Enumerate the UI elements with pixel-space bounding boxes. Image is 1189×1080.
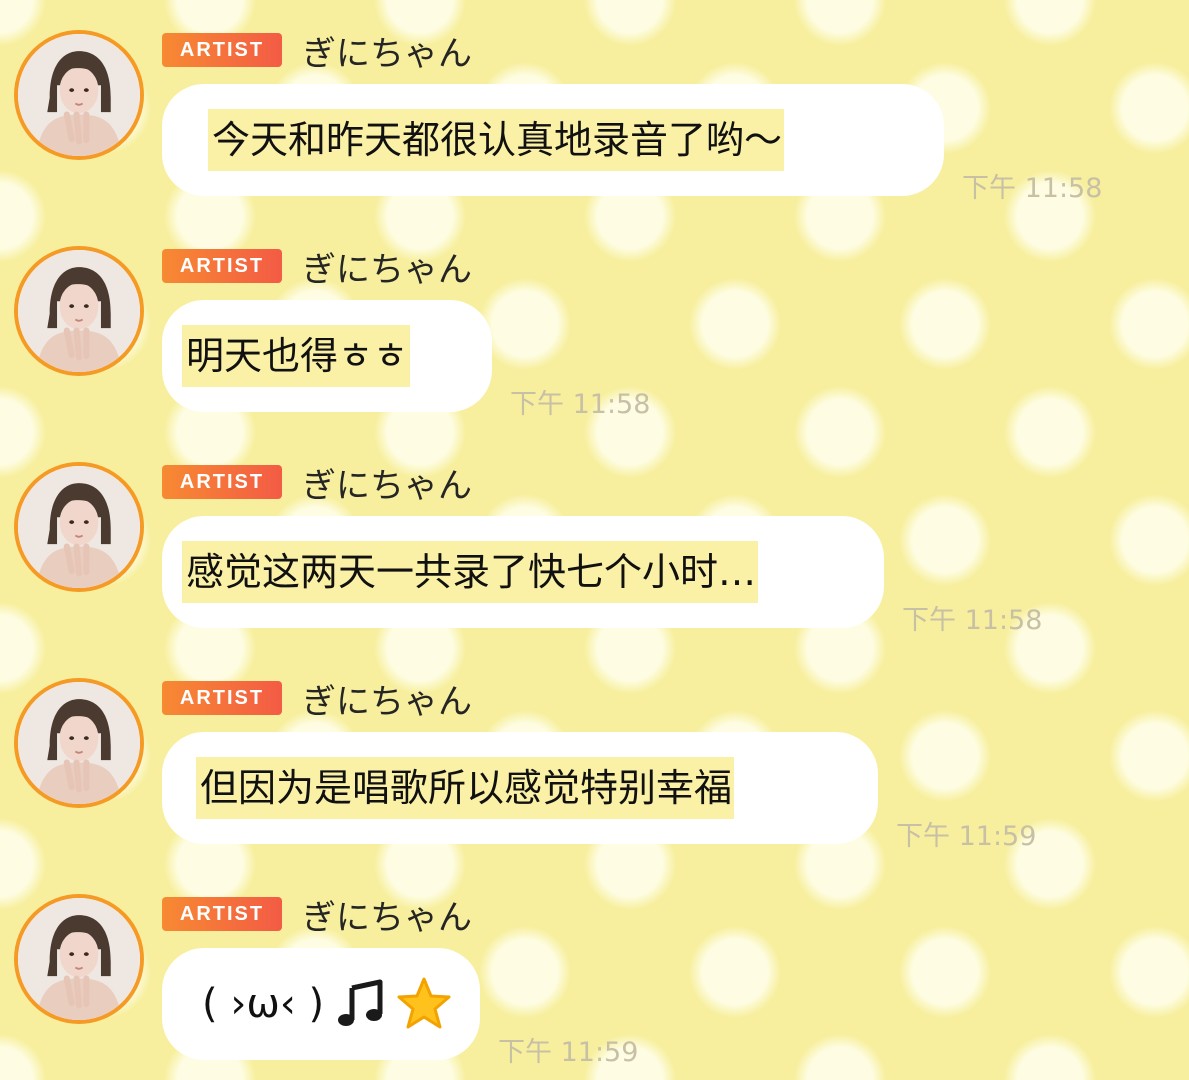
message-timestamp: 下午 11:59	[498, 1037, 639, 1068]
message-row: ARTIST ぎにちゃん 今天和昨天都很认真地录音了哟～ 下午 11:58	[0, 0, 1189, 216]
message-text: 今天和昨天都很认真地录音了哟～	[208, 109, 785, 171]
message-bubble[interactable]: 但因为是唱歌所以感觉特别幸福	[162, 732, 878, 844]
message-header: ARTIST ぎにちゃん	[162, 896, 472, 938]
chat-timeline: ARTIST ぎにちゃん 今天和昨天都很认真地录音了哟～ 下午 11:58 AR…	[0, 0, 1189, 1072]
avatar-portrait-icon	[18, 34, 140, 156]
music-note-icon	[334, 978, 386, 1030]
sender-name[interactable]: ぎにちゃん	[302, 242, 472, 291]
star-icon	[396, 976, 452, 1032]
message-text: 但因为是唱歌所以感觉特别幸福	[196, 757, 735, 819]
message-bubble[interactable]: 明天也得ㅎㅎ	[162, 300, 492, 412]
avatar[interactable]	[14, 462, 144, 592]
sender-name[interactable]: ぎにちゃん	[302, 26, 472, 75]
sender-name[interactable]: ぎにちゃん	[302, 890, 472, 939]
message-header: ARTIST ぎにちゃん	[162, 680, 472, 722]
sender-name[interactable]: ぎにちゃん	[302, 458, 472, 507]
artist-badge: ARTIST	[162, 465, 282, 499]
artist-badge: ARTIST	[162, 33, 282, 67]
message-bubble[interactable]: ( ›ω‹ )	[162, 948, 480, 1060]
avatar-portrait-icon	[18, 682, 140, 804]
avatar[interactable]	[14, 894, 144, 1024]
avatar-portrait-icon	[18, 250, 140, 372]
message-timestamp: 下午 11:58	[510, 389, 651, 420]
message-timestamp: 下午 11:58	[902, 605, 1043, 636]
sender-name[interactable]: ぎにちゃん	[302, 674, 472, 723]
avatar-portrait-icon	[18, 466, 140, 588]
message-text: ( ›ω‹ )	[198, 973, 454, 1035]
message-row: ARTIST ぎにちゃん ( ›ω‹ ) 下午 11:59	[0, 864, 1189, 1080]
avatar[interactable]	[14, 246, 144, 376]
avatar-portrait-icon	[18, 898, 140, 1020]
artist-badge: ARTIST	[162, 681, 282, 715]
message-timestamp: 下午 11:58	[962, 173, 1103, 204]
message-header: ARTIST ぎにちゃん	[162, 464, 472, 506]
artist-badge: ARTIST	[162, 249, 282, 283]
message-row: ARTIST ぎにちゃん 明天也得ㅎㅎ 下午 11:58	[0, 216, 1189, 432]
avatar[interactable]	[14, 30, 144, 160]
message-row: ARTIST ぎにちゃん 感觉这两天一共录了快七个小时… 下午 11:58	[0, 432, 1189, 648]
avatar[interactable]	[14, 678, 144, 808]
message-text: 明天也得ㅎㅎ	[182, 325, 410, 387]
message-text: 感觉这两天一共录了快七个小时…	[182, 541, 759, 603]
message-header: ARTIST ぎにちゃん	[162, 32, 472, 74]
message-timestamp: 下午 11:59	[896, 821, 1037, 852]
message-row: ARTIST ぎにちゃん 但因为是唱歌所以感觉特别幸福 下午 11:59	[0, 648, 1189, 864]
message-bubble[interactable]: 感觉这两天一共录了快七个小时…	[162, 516, 884, 628]
kaomoji-text: ( ›ω‹ )	[202, 981, 325, 1027]
message-header: ARTIST ぎにちゃん	[162, 248, 472, 290]
message-bubble[interactable]: 今天和昨天都很认真地录音了哟～	[162, 84, 944, 196]
artist-badge: ARTIST	[162, 897, 282, 931]
